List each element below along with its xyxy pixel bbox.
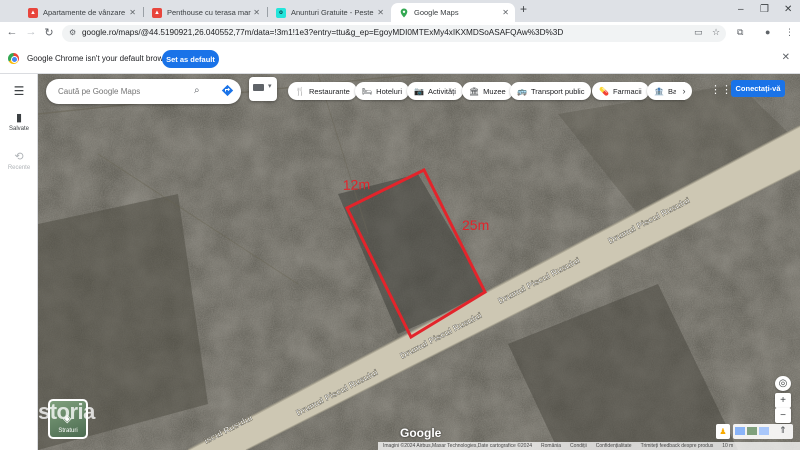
bookmark-icon: ▮ (15, 112, 23, 124)
chip-label: Muzee (483, 86, 506, 96)
chip-label: Transport public (530, 86, 585, 96)
plot-width-label: 12m (343, 176, 371, 193)
address-bar[interactable]: ⚙ google.ro/maps/@44.5190921,26.040552,7… (62, 25, 726, 42)
url-text: google.ro/maps/@44.5190921,26.040552,77m… (82, 28, 564, 37)
layers-label: Straturi (58, 428, 78, 434)
tab-olx[interactable]: o Anunturi Gratuite - Peste 4 mil ✕ (268, 3, 390, 22)
chip-restaurants[interactable]: 🍴 Restaurante (288, 82, 357, 100)
tab-title: Penthouse cu terasa mare in zo (167, 8, 251, 17)
bank-icon: 🏦 (654, 86, 664, 96)
street-view-pegman-icon[interactable]: ♟ (716, 424, 730, 439)
storia-icon: ▲ (28, 7, 38, 18)
tab-strip: ▲ Apartamente de vânzare în Buc ✕ ▲ Pent… (0, 0, 800, 22)
maps-pin-icon (399, 8, 409, 18)
storia-watermark: storia (38, 399, 95, 424)
chip-pharmacies[interactable]: 💊 Farmacii (592, 82, 649, 100)
chip-label: Restaurante (308, 86, 350, 96)
footer-privacy-link[interactable]: Confidențialitate (596, 443, 632, 449)
minimize-button[interactable]: ‒ (738, 4, 744, 15)
map-footer: Imagini ©2024 Airbus,Maxar Technologies,… (378, 442, 800, 450)
search-input[interactable] (58, 85, 188, 98)
close-tab-icon[interactable]: ✕ (377, 8, 384, 17)
maps-search-box: ⌕ (46, 79, 241, 104)
default-browser-infobar: Google Chrome isn't your default browser… (0, 44, 800, 74)
chip-label: Hoteluri (376, 86, 402, 96)
browser-toolbar: ← → ↻ ⚙ google.ro/maps/@44.5190921,26.04… (0, 22, 800, 44)
rail-item-recent[interactable]: ⟲ Recente (0, 150, 38, 171)
chevron-down-icon: ▾ (268, 83, 272, 90)
menu-icon[interactable]: ☰ (0, 84, 38, 98)
chrome-logo-icon (8, 53, 19, 64)
search-icon[interactable]: ⌕ (194, 85, 200, 96)
pharmacy-icon: 💊 (599, 86, 609, 96)
extensions-icon[interactable]: ⧉ (737, 27, 743, 38)
new-tab-button[interactable]: + (520, 2, 527, 16)
close-tab-icon[interactable]: ✕ (253, 8, 260, 17)
chip-label: Activități (427, 86, 456, 96)
my-location-button[interactable]: ◎ (775, 376, 791, 391)
cast-icon[interactable]: ▭ (694, 27, 703, 38)
reload-icon[interactable]: ↻ (42, 26, 56, 39)
expand-icon: ⇑ (779, 425, 787, 435)
scale-bar[interactable]: 10 m (722, 443, 733, 449)
close-tab-icon[interactable]: ✕ (129, 8, 136, 17)
close-infobar-icon[interactable]: ✕ (782, 52, 790, 63)
rail-item-label: Salvate (8, 126, 29, 132)
tab-storia-1[interactable]: ▲ Apartamente de vânzare în Buc ✕ (20, 3, 142, 22)
terrain-thumb-icon (747, 427, 757, 435)
maximize-button[interactable]: ❐ (760, 4, 769, 15)
close-tab-icon[interactable]: ✕ (502, 8, 509, 17)
rail-item-label: Recente (7, 165, 31, 171)
restaurant-icon: 🍴 (295, 86, 305, 96)
infobar-message: Google Chrome isn't your default browser (27, 54, 175, 63)
profile-icon[interactable]: ● (765, 27, 770, 37)
back-icon[interactable]: ← (5, 26, 19, 38)
sign-in-button[interactable]: Conectați-vă (731, 80, 785, 97)
history-icon: ⟲ (14, 151, 24, 163)
bookmark-star-icon[interactable]: ☆ (712, 27, 720, 38)
directions-icon[interactable] (221, 84, 234, 102)
chip-museums[interactable]: 🏛 Muzee (462, 82, 513, 100)
chip-hotels[interactable]: 🛏 Hoteluri (355, 82, 409, 100)
tab-title: Google Maps (414, 8, 459, 17)
google-logo: Google (400, 426, 442, 440)
olx-icon: o (276, 7, 286, 18)
globe-thumb-icon (735, 427, 745, 435)
maps-side-rail: ☰ ▮ Salvate ⟲ Recente (0, 74, 38, 450)
chip-activities[interactable]: 📷 Activități (407, 82, 463, 100)
plot-length-label: 25m (462, 217, 489, 233)
tab-google-maps[interactable]: Google Maps ✕ (391, 3, 515, 22)
footer-feedback-link[interactable]: Trimiteți feedback despre produs (641, 443, 714, 449)
chip-label: Farmacii (612, 86, 642, 96)
footer-terms-link[interactable]: Condiții (570, 443, 587, 449)
imagery-thumbnails[interactable]: ⇑ (733, 424, 793, 439)
set-as-default-button[interactable]: Set as default (162, 50, 219, 68)
museum-icon: 🏛 (469, 86, 480, 96)
imagery-date-button[interactable]: ▾ (249, 77, 277, 101)
close-window-button[interactable]: ✕ (784, 4, 792, 15)
chip-transit[interactable]: 🚌 Transport public (510, 82, 592, 100)
forward-icon[interactable]: → (24, 26, 38, 38)
imagery-attribution: Imagini ©2024 Airbus,Maxar Technologies,… (383, 443, 533, 449)
storia-icon: ▲ (152, 7, 162, 18)
calendar-icon (253, 84, 264, 91)
map-thumb-icon (759, 427, 769, 435)
zoom-out-button[interactable]: − (775, 408, 791, 423)
zoom-in-button[interactable]: + (775, 393, 791, 408)
tab-storia-2[interactable]: ▲ Penthouse cu terasa mare in zo ✕ (144, 3, 266, 22)
tab-title: Apartamente de vânzare în Buc (43, 8, 127, 17)
tab-title: Anunturi Gratuite - Peste 4 mil (291, 8, 375, 17)
camera-icon: 📷 (414, 86, 424, 96)
satellite-map[interactable]: Drumul Piscul Rusului Drumul Piscul Rusu… (38, 74, 800, 450)
bus-icon: 🚌 (517, 86, 527, 96)
site-info-icon[interactable]: ⚙ (69, 28, 76, 37)
hotel-icon: 🛏 (362, 86, 373, 96)
footer-country[interactable]: România (541, 443, 561, 449)
rail-item-saved[interactable]: ▮ Salvate (0, 111, 38, 132)
menu-kebab-icon[interactable]: ⋮ (785, 27, 794, 38)
map-imagery: Drumul Piscul Rusului Drumul Piscul Rusu… (38, 74, 800, 450)
